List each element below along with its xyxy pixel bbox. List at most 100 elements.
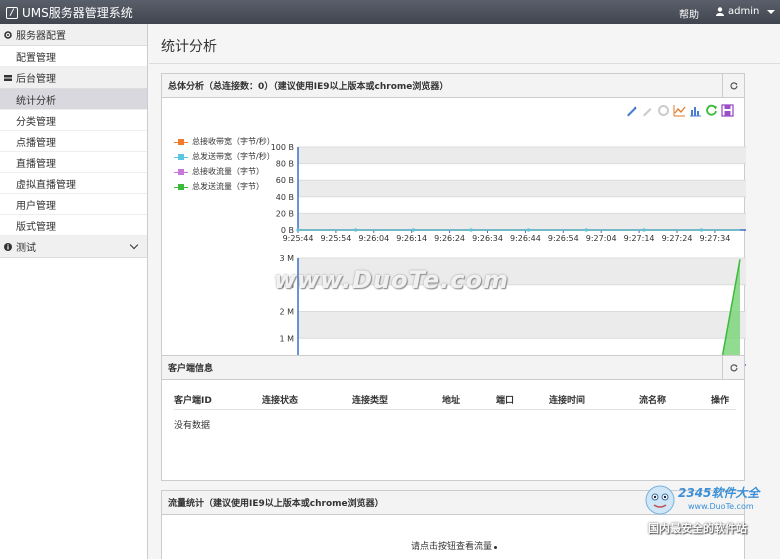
watermark-slogan: 国内最安全的软件站 bbox=[648, 522, 747, 535]
top-bar: / UMS服务器管理系统 帮助 admin bbox=[0, 0, 780, 24]
app-logo-icon: / bbox=[6, 6, 18, 19]
app-brand[interactable]: / UMS服务器管理系统 bbox=[6, 4, 133, 21]
client-table: 客户端ID 连接状态 连接类型 地址 端口 连接时间 流名称 操作 没有数据 bbox=[174, 390, 736, 431]
column-header[interactable]: 端口 bbox=[496, 393, 549, 406]
y-tick-label: 80 B bbox=[276, 160, 294, 169]
column-header[interactable]: 连接时间 bbox=[549, 393, 639, 406]
y-tick-label: 40 B bbox=[276, 193, 294, 202]
refresh-button[interactable] bbox=[722, 356, 744, 379]
clear-mark-icon[interactable] bbox=[657, 104, 670, 117]
x-tick-label: 9:27:34 bbox=[699, 234, 730, 243]
gear-icon bbox=[4, 30, 12, 39]
column-header[interactable]: 地址 bbox=[442, 393, 496, 406]
chevron-down-icon bbox=[129, 240, 139, 250]
y-tick-label: 1 M bbox=[279, 334, 294, 343]
x-tick-label: 9:27:24 bbox=[662, 234, 693, 243]
y-tick-label: 20 B bbox=[276, 209, 294, 218]
x-tick-label: 9:26:24 bbox=[434, 234, 465, 243]
legend-label: 总发送带宽（字节/秒） bbox=[192, 152, 275, 161]
sidebar-item-label: 用户管理 bbox=[16, 200, 56, 212]
client-info-panel: 客户端信息 客户端ID 连接状态 连接类型 地址 端口 连接时间 流名称 操作 … bbox=[161, 355, 745, 481]
chart-toolbox bbox=[625, 104, 734, 117]
sidebar-item-users[interactable]: 用户管理 bbox=[0, 194, 147, 215]
data-point bbox=[642, 228, 646, 232]
sidebar-group-label: 测试 bbox=[16, 243, 36, 254]
x-tick-label: 9:26:34 bbox=[472, 234, 503, 243]
traffic-hint: 请点击按钮查看流量 bbox=[162, 539, 746, 552]
sidebar-item-config[interactable]: 配置管理 bbox=[0, 46, 147, 67]
sidebar-item-live[interactable]: 直播管理 bbox=[0, 152, 147, 173]
watermark-logo-text: 2345软件大全 bbox=[678, 486, 760, 500]
save-image-icon[interactable] bbox=[721, 104, 734, 117]
caret-down-icon bbox=[767, 9, 776, 14]
sidebar: 服务器配置 配置管理 后台管理 统计分析 分类管理 点播管理 直播管理 虚拟直播… bbox=[0, 24, 148, 559]
sidebar-group-backend[interactable]: 后台管理 bbox=[0, 67, 147, 89]
app-title: UMS服务器管理系统 bbox=[22, 6, 133, 20]
data-point bbox=[584, 228, 588, 232]
panel-heading: 总体分析（总连接数：0）（建议使用IE9以上版本或chrome浏览器） bbox=[162, 74, 744, 98]
watermark-logo: 2345软件大全 www.DuoTe.com 国内最安全的软件站 bbox=[640, 480, 780, 540]
user-menu[interactable]: admin bbox=[716, 6, 776, 17]
refresh-icon bbox=[729, 363, 738, 371]
column-header[interactable]: 连接类型 bbox=[352, 393, 442, 406]
data-point bbox=[527, 228, 531, 232]
legend-item[interactable]: 总发送流量（字节） bbox=[174, 179, 275, 194]
sidebar-item-label: 统计分析 bbox=[16, 95, 56, 107]
column-header[interactable]: 连接状态 bbox=[262, 393, 352, 406]
overall-analysis-panel: 总体分析（总连接数：0）（建议使用IE9以上版本或chrome浏览器） 总接收带… bbox=[161, 73, 746, 371]
legend-label: 总发送流量（字节） bbox=[192, 182, 264, 191]
data-point bbox=[354, 228, 358, 232]
divider bbox=[149, 63, 780, 64]
watermark-site-text: www.DuoTe.com bbox=[688, 502, 754, 511]
y-tick-label: 2 M bbox=[279, 308, 294, 317]
hint-dot-icon bbox=[494, 546, 497, 549]
table-header: 客户端ID 连接状态 连接类型 地址 端口 连接时间 流名称 操作 bbox=[174, 390, 736, 410]
column-header[interactable]: 客户端ID bbox=[174, 393, 262, 406]
refresh-icon bbox=[729, 81, 738, 89]
info-circle-icon bbox=[4, 242, 12, 251]
x-tick-label: 9:26:04 bbox=[358, 234, 389, 243]
sidebar-group-server-config[interactable]: 服务器配置 bbox=[0, 24, 147, 46]
x-tick-label: 9:27:14 bbox=[624, 234, 655, 243]
data-point bbox=[296, 228, 300, 232]
bar-chart-icon[interactable] bbox=[689, 104, 702, 117]
x-tick-label: 9:27:04 bbox=[586, 234, 617, 243]
restore-icon[interactable] bbox=[705, 104, 718, 117]
sidebar-group-label: 后台管理 bbox=[16, 74, 56, 85]
data-point bbox=[699, 228, 704, 232]
bandwidth-chart: 0 B20 B40 B60 B80 B100 B9:25:44 9:25:54 9:… bbox=[271, 143, 746, 370]
sidebar-item-statistics[interactable]: 统计分析 bbox=[0, 89, 147, 110]
sidebar-item-layout[interactable]: 版式管理 bbox=[0, 215, 147, 236]
undo-mark-icon[interactable] bbox=[641, 104, 654, 117]
data-point bbox=[469, 228, 473, 232]
data-point bbox=[527, 228, 531, 232]
y-tick-label: 3 M bbox=[279, 254, 294, 263]
sidebar-item-virtual-live[interactable]: 虚拟直播管理 bbox=[0, 173, 147, 194]
legend-item[interactable]: 总接收流量（字节） bbox=[174, 164, 275, 179]
grid-band bbox=[298, 311, 746, 339]
sidebar-item-label: 直播管理 bbox=[16, 158, 56, 170]
column-header[interactable]: 流名称 bbox=[639, 393, 711, 406]
legend-label: 总接收流量（字节） bbox=[192, 167, 264, 176]
sidebar-group-test[interactable]: 测试 bbox=[0, 236, 147, 258]
legend-item[interactable]: 总发送带宽（字节/秒） bbox=[174, 149, 275, 164]
page-title: 统计分析 bbox=[161, 39, 217, 55]
line-chart-icon[interactable] bbox=[673, 104, 686, 117]
sidebar-item-category[interactable]: 分类管理 bbox=[0, 110, 147, 131]
panel-title: 流量统计（建议使用IE9以上版本或chrome浏览器） bbox=[168, 499, 384, 509]
refresh-button[interactable] bbox=[722, 74, 744, 97]
column-header[interactable]: 操作 bbox=[711, 393, 736, 406]
legend-label: 总接收带宽（字节/秒） bbox=[192, 137, 275, 146]
traffic-hint-text: 请点击按钮查看流量 bbox=[410, 542, 492, 552]
x-tick-label: 9:26:14 bbox=[396, 234, 427, 243]
help-link[interactable]: 帮助 bbox=[679, 6, 699, 21]
user-name: admin bbox=[728, 6, 760, 17]
sidebar-item-vod[interactable]: 点播管理 bbox=[0, 131, 147, 152]
grid-band bbox=[298, 213, 746, 230]
data-point bbox=[296, 228, 300, 232]
legend-item[interactable]: 总接收带宽（字节/秒） bbox=[174, 134, 275, 149]
mark-pen-icon[interactable] bbox=[625, 104, 638, 117]
panel-title: 总体分析（总连接数：0）（建议使用IE9以上版本或chrome浏览器） bbox=[168, 82, 449, 92]
server-icon bbox=[4, 74, 12, 81]
watermark-text: www.DuoTe.com bbox=[274, 266, 509, 294]
